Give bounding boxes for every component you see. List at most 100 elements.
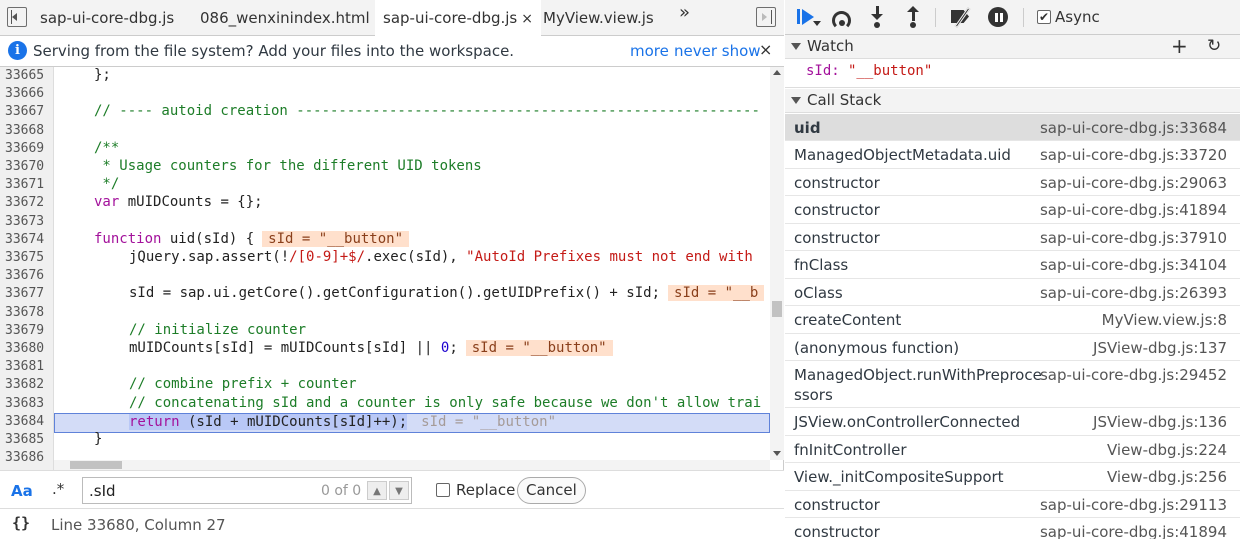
line-number[interactable]: 33680 xyxy=(5,340,44,358)
frame-location[interactable]: sap-ui-core-dbg.js:29452 xyxy=(1040,365,1227,385)
line-number[interactable]: 33671 xyxy=(5,176,44,194)
previous-match-icon[interactable]: ▲ xyxy=(367,481,387,500)
pause-on-exceptions-icon[interactable] xyxy=(987,5,1009,29)
call-frame[interactable]: fnClass sap-ui-core-dbg.js:34104 xyxy=(785,251,1240,279)
tab-myview-view[interactable]: MyView.view.js xyxy=(535,0,662,36)
async-checkbox[interactable]: ✔ xyxy=(1037,10,1051,24)
tab-sap-ui-core-dbg-1[interactable]: sap-ui-core-dbg.js xyxy=(32,0,182,36)
line-number[interactable]: 33684 xyxy=(5,413,44,431)
call-frame[interactable]: constructor sap-ui-core-dbg.js:37910 xyxy=(785,224,1240,251)
frame-function: fnInitController xyxy=(794,440,907,459)
frame-location[interactable]: sap-ui-core-dbg.js:34104 xyxy=(1040,255,1227,275)
line-number[interactable]: 33666 xyxy=(5,85,44,103)
resume-icon[interactable] xyxy=(795,5,821,29)
more-link[interactable]: more xyxy=(630,42,669,60)
line-number[interactable]: 33667 xyxy=(5,103,44,121)
search-input[interactable]: .sId 0 of 0 ▲ ▼ xyxy=(82,477,412,504)
call-frame[interactable]: constructor sap-ui-core-dbg.js:41894 xyxy=(785,196,1240,224)
frame-location[interactable]: sap-ui-core-dbg.js:37910 xyxy=(1040,228,1227,248)
call-frame[interactable]: constructor sap-ui-core-dbg.js:29063 xyxy=(785,169,1240,196)
step-out-icon[interactable] xyxy=(905,5,921,29)
frame-location[interactable]: MyView.view.js:8 xyxy=(1102,310,1227,330)
expand-triangle-icon[interactable] xyxy=(791,43,801,50)
pretty-print-icon[interactable]: {} xyxy=(12,514,30,532)
step-into-icon[interactable] xyxy=(869,5,885,29)
call-frame[interactable]: JSView.onControllerConnected JSView-dbg.j… xyxy=(785,408,1240,436)
expand-triangle-icon[interactable] xyxy=(791,97,801,104)
frame-location[interactable]: sap-ui-core-dbg.js:41894 xyxy=(1040,522,1227,539)
line-number[interactable]: 33668 xyxy=(5,122,44,140)
call-frame[interactable]: ManagedObject.runWithPreprocessors sap-ui… xyxy=(785,361,1240,408)
line-number[interactable]: 33685 xyxy=(5,431,44,449)
code-line: var mUIDCounts = {}; xyxy=(94,194,263,212)
line-number[interactable]: 33673 xyxy=(5,213,44,231)
watch-section-header[interactable]: Watch + ↻ xyxy=(785,34,1240,59)
call-frame[interactable]: (anonymous function) JSView-dbg.js:137 xyxy=(785,334,1240,361)
horizontal-scrollbar[interactable] xyxy=(54,460,770,470)
tab-sap-ui-core-dbg-active[interactable]: sap-ui-core-dbg.js × xyxy=(375,0,541,37)
scroll-down-icon[interactable] xyxy=(773,451,781,456)
frame-location[interactable]: JSView-dbg.js:136 xyxy=(1093,412,1227,432)
replace-checkbox[interactable] xyxy=(436,483,450,497)
replace-label[interactable]: Replace xyxy=(456,481,515,499)
line-number[interactable]: 33678 xyxy=(5,304,44,322)
more-tabs-icon[interactable]: » xyxy=(679,2,690,23)
refresh-icon[interactable]: ↻ xyxy=(1207,36,1221,56)
deactivate-breakpoints-icon[interactable] xyxy=(949,5,975,29)
watch-expression-row[interactable]: sId: "__button" xyxy=(785,59,1240,88)
scroll-up-icon[interactable] xyxy=(773,70,781,75)
close-tab-icon[interactable]: × xyxy=(521,11,533,27)
tab-label: 086_wenxinindex.html xyxy=(200,9,370,27)
line-number[interactable]: 33670 xyxy=(5,158,44,176)
close-infobar-icon[interactable]: × xyxy=(759,40,772,59)
line-number[interactable]: 33675 xyxy=(5,249,44,267)
call-frame[interactable]: constructor sap-ui-core-dbg.js:29113 xyxy=(785,491,1240,518)
scroll-thumb[interactable] xyxy=(70,461,122,469)
regex-button[interactable]: .* xyxy=(52,480,64,498)
line-number[interactable]: 33686 xyxy=(5,449,44,467)
call-frame[interactable]: constructor sap-ui-core-dbg.js:41894 xyxy=(785,518,1240,539)
frame-location[interactable]: View-dbg.js:256 xyxy=(1107,467,1227,487)
toggle-debugger-sidebar-icon[interactable] xyxy=(756,7,776,27)
call-frame[interactable]: uid sap-ui-core-dbg.js:33684 xyxy=(785,114,1240,141)
call-stack-section-header[interactable]: Call Stack xyxy=(785,89,1240,113)
search-value[interactable]: .sId xyxy=(89,482,116,500)
call-frame[interactable]: View._initCompositeSupport View-dbg.js:25… xyxy=(785,463,1240,491)
frame-location[interactable]: sap-ui-core-dbg.js:33720 xyxy=(1040,145,1227,165)
line-number[interactable]: 33681 xyxy=(5,358,44,376)
line-number[interactable]: 33672 xyxy=(5,194,44,212)
code-text: mUIDCounts[sId] = mUIDCounts[sId] || xyxy=(129,340,441,356)
frame-location[interactable]: sap-ui-core-dbg.js:29063 xyxy=(1040,173,1227,193)
code-editor[interactable]: 33665 33666 33667 33668 33669 33670 3367… xyxy=(0,67,784,470)
line-number[interactable]: 33674 xyxy=(5,231,44,249)
line-number[interactable]: 33679 xyxy=(5,322,44,340)
frame-location[interactable]: sap-ui-core-dbg.js:41894 xyxy=(1040,200,1227,220)
line-number[interactable]: 33669 xyxy=(5,140,44,158)
line-number[interactable]: 33677 xyxy=(5,285,44,303)
frame-location[interactable]: View-dbg.js:224 xyxy=(1107,440,1227,460)
step-over-icon[interactable] xyxy=(830,5,854,30)
next-match-icon[interactable]: ▼ xyxy=(389,481,409,500)
frame-location[interactable]: JSView-dbg.js:137 xyxy=(1093,338,1227,358)
scroll-thumb[interactable] xyxy=(772,301,782,317)
add-watch-icon[interactable]: + xyxy=(1171,34,1188,58)
call-frame[interactable]: oClass sap-ui-core-dbg.js:26393 xyxy=(785,279,1240,306)
match-case-button[interactable]: Aa xyxy=(11,482,33,500)
debugger-sidebar: ✔ Async Watch + ↻ sId: "__button" Call S… xyxy=(785,0,1240,539)
call-frame[interactable]: createContent MyView.view.js:8 xyxy=(785,306,1240,334)
call-frame[interactable]: ManagedObjectMetadata.uid sap-ui-core-dbg… xyxy=(785,141,1240,169)
toggle-navigator-icon[interactable] xyxy=(7,7,27,27)
frame-location[interactable]: sap-ui-core-dbg.js:26393 xyxy=(1040,283,1227,303)
line-number[interactable]: 33683 xyxy=(5,395,44,413)
frame-location[interactable]: sap-ui-core-dbg.js:29113 xyxy=(1040,495,1227,515)
vertical-scrollbar[interactable] xyxy=(770,67,784,460)
cancel-button[interactable]: Cancel xyxy=(517,477,586,504)
line-number[interactable]: 33682 xyxy=(5,376,44,394)
call-frame[interactable]: fnInitController View-dbg.js:224 xyxy=(785,436,1240,463)
frame-location[interactable]: sap-ui-core-dbg.js:33684 xyxy=(1040,118,1227,138)
tab-086-wenxinindex[interactable]: 086_wenxinindex.html xyxy=(192,0,378,36)
line-number[interactable]: 33665 xyxy=(5,67,44,85)
line-number[interactable]: 33676 xyxy=(5,267,44,285)
async-label[interactable]: Async xyxy=(1055,8,1100,26)
never-show-link[interactable]: never show xyxy=(674,42,761,60)
